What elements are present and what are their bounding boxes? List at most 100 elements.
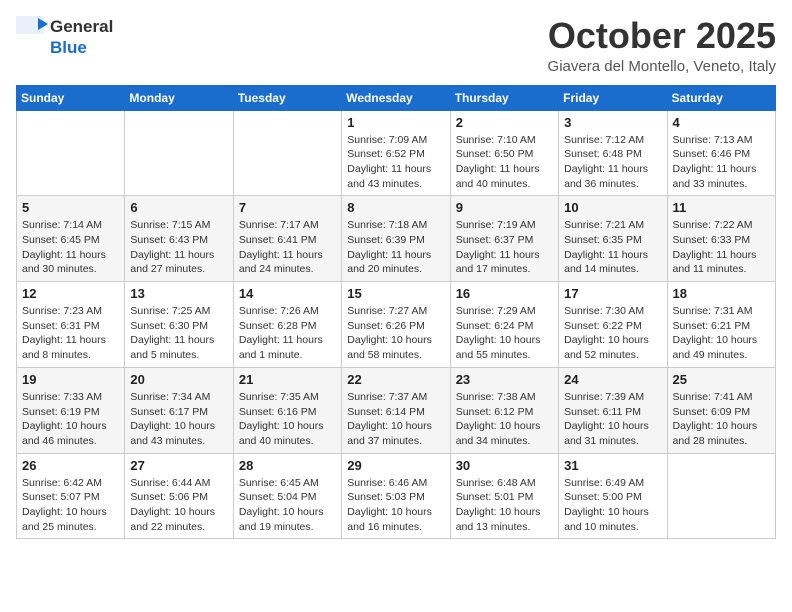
day-info: Sunrise: 6:45 AM Sunset: 5:04 PM Dayligh… — [239, 476, 336, 535]
calendar-cell: 25 Sunrise: 7:41 AM Sunset: 6:09 PM Dayli… — [667, 367, 775, 453]
calendar-cell: 13Sunrise: 7:25 AM Sunset: 6:30 PM Dayli… — [125, 282, 233, 368]
month-title: October 2025 — [548, 16, 776, 56]
day-number: 8 — [347, 200, 444, 215]
weekday-header-saturday: Saturday — [667, 85, 775, 110]
day-number: 4 — [673, 115, 770, 130]
day-number: 7 — [239, 200, 336, 215]
calendar-cell: 7 Sunrise: 7:17 AM Sunset: 6:41 PM Daylig… — [233, 196, 341, 282]
day-number: 16 — [456, 286, 553, 301]
weekday-header-tuesday: Tuesday — [233, 85, 341, 110]
day-info: Sunrise: 7:19 AM Sunset: 6:37 PM Dayligh… — [456, 218, 553, 277]
day-number: 6 — [130, 200, 227, 215]
weekday-header-monday: Monday — [125, 85, 233, 110]
day-info: Sunrise: 7:34 AM Sunset: 6:17 PM Dayligh… — [130, 390, 227, 449]
day-number: 1 — [347, 115, 444, 130]
day-number: 9 — [456, 200, 553, 215]
calendar-cell: 6 Sunrise: 7:15 AM Sunset: 6:43 PM Daylig… — [125, 196, 233, 282]
calendar-cell: 15Sunrise: 7:27 AM Sunset: 6:26 PM Dayli… — [342, 282, 450, 368]
calendar-cell: 23 Sunrise: 7:38 AM Sunset: 6:12 PM Dayli… — [450, 367, 558, 453]
day-number: 19 — [22, 372, 119, 387]
calendar-cell: 12 Sunrise: 7:23 AM Sunset: 6:31 PM Dayli… — [17, 282, 125, 368]
calendar-cell: 1Sunrise: 7:09 AM Sunset: 6:52 PM Daylig… — [342, 110, 450, 196]
calendar-cell: 18Sunrise: 7:31 AM Sunset: 6:21 PM Dayli… — [667, 282, 775, 368]
day-info: Sunrise: 7:22 AM Sunset: 6:33 PM Dayligh… — [673, 218, 770, 277]
day-info: Sunrise: 6:46 AM Sunset: 5:03 PM Dayligh… — [347, 476, 444, 535]
calendar-cell: 31Sunrise: 6:49 AM Sunset: 5:00 PM Dayli… — [559, 453, 667, 539]
calendar-week-3: 12 Sunrise: 7:23 AM Sunset: 6:31 PM Dayli… — [17, 282, 776, 368]
day-number: 2 — [456, 115, 553, 130]
calendar-cell: 29 Sunrise: 6:46 AM Sunset: 5:03 PM Dayli… — [342, 453, 450, 539]
day-info: Sunrise: 6:42 AM Sunset: 5:07 PM Dayligh… — [22, 476, 119, 535]
day-info: Sunrise: 7:12 AM Sunset: 6:48 PM Dayligh… — [564, 133, 661, 192]
calendar-cell — [233, 110, 341, 196]
day-info: Sunrise: 6:44 AM Sunset: 5:06 PM Dayligh… — [130, 476, 227, 535]
day-info: Sunrise: 7:23 AM Sunset: 6:31 PM Dayligh… — [22, 304, 119, 363]
day-info: Sunrise: 7:10 AM Sunset: 6:50 PM Dayligh… — [456, 133, 553, 192]
calendar-cell: 2 Sunrise: 7:10 AM Sunset: 6:50 PM Daylig… — [450, 110, 558, 196]
calendar-cell: 11 Sunrise: 7:22 AM Sunset: 6:33 PM Dayli… — [667, 196, 775, 282]
calendar-cell: 22 Sunrise: 7:37 AM Sunset: 6:14 PM Dayli… — [342, 367, 450, 453]
day-info: Sunrise: 7:14 AM Sunset: 6:45 PM Dayligh… — [22, 218, 119, 277]
day-info: Sunrise: 7:33 AM Sunset: 6:19 PM Dayligh… — [22, 390, 119, 449]
calendar-cell: 19 Sunrise: 7:33 AM Sunset: 6:19 PM Dayli… — [17, 367, 125, 453]
day-number: 14 — [239, 286, 336, 301]
calendar-cell: 26Sunrise: 6:42 AM Sunset: 5:07 PM Dayli… — [17, 453, 125, 539]
day-number: 30 — [456, 458, 553, 473]
day-number: 13 — [130, 286, 227, 301]
logo-general-text: General — [50, 17, 113, 37]
logo-blue-text: Blue — [50, 38, 87, 58]
calendar-cell: 3 Sunrise: 7:12 AM Sunset: 6:48 PM Daylig… — [559, 110, 667, 196]
day-number: 23 — [456, 372, 553, 387]
day-number: 18 — [673, 286, 770, 301]
day-info: Sunrise: 7:21 AM Sunset: 6:35 PM Dayligh… — [564, 218, 661, 277]
calendar-title-area: October 2025 Giavera del Montello, Venet… — [548, 16, 776, 75]
day-info: Sunrise: 7:26 AM Sunset: 6:28 PM Dayligh… — [239, 304, 336, 363]
logo: General Blue — [16, 16, 113, 58]
weekday-header-row: SundayMondayTuesdayWednesdayThursdayFrid… — [17, 85, 776, 110]
calendar-cell: 24Sunrise: 7:39 AM Sunset: 6:11 PM Dayli… — [559, 367, 667, 453]
calendar-cell: 20 Sunrise: 7:34 AM Sunset: 6:17 PM Dayli… — [125, 367, 233, 453]
calendar-week-5: 26Sunrise: 6:42 AM Sunset: 5:07 PM Dayli… — [17, 453, 776, 539]
calendar-cell — [667, 453, 775, 539]
calendar-cell — [17, 110, 125, 196]
day-number: 31 — [564, 458, 661, 473]
day-info: Sunrise: 6:48 AM Sunset: 5:01 PM Dayligh… — [456, 476, 553, 535]
day-info: Sunrise: 7:29 AM Sunset: 6:24 PM Dayligh… — [456, 304, 553, 363]
weekday-header-friday: Friday — [559, 85, 667, 110]
calendar-cell: 9 Sunrise: 7:19 AM Sunset: 6:37 PM Daylig… — [450, 196, 558, 282]
day-number: 12 — [22, 286, 119, 301]
page-header: General Blue October 2025 Giavera del Mo… — [16, 16, 776, 75]
day-info: Sunrise: 7:35 AM Sunset: 6:16 PM Dayligh… — [239, 390, 336, 449]
day-number: 21 — [239, 372, 336, 387]
day-number: 25 — [673, 372, 770, 387]
calendar-cell: 14 Sunrise: 7:26 AM Sunset: 6:28 PM Dayli… — [233, 282, 341, 368]
day-info: Sunrise: 7:17 AM Sunset: 6:41 PM Dayligh… — [239, 218, 336, 277]
day-info: Sunrise: 7:13 AM Sunset: 6:46 PM Dayligh… — [673, 133, 770, 192]
day-number: 22 — [347, 372, 444, 387]
day-number: 5 — [22, 200, 119, 215]
day-info: Sunrise: 7:38 AM Sunset: 6:12 PM Dayligh… — [456, 390, 553, 449]
calendar-cell: 17Sunrise: 7:30 AM Sunset: 6:22 PM Dayli… — [559, 282, 667, 368]
calendar-week-2: 5 Sunrise: 7:14 AM Sunset: 6:45 PM Daylig… — [17, 196, 776, 282]
calendar-table: SundayMondayTuesdayWednesdayThursdayFrid… — [16, 85, 776, 540]
day-info: Sunrise: 7:15 AM Sunset: 6:43 PM Dayligh… — [130, 218, 227, 277]
calendar-cell: 10Sunrise: 7:21 AM Sunset: 6:35 PM Dayli… — [559, 196, 667, 282]
calendar-cell — [125, 110, 233, 196]
day-info: Sunrise: 7:41 AM Sunset: 6:09 PM Dayligh… — [673, 390, 770, 449]
calendar-cell: 27 Sunrise: 6:44 AM Sunset: 5:06 PM Dayli… — [125, 453, 233, 539]
day-number: 11 — [673, 200, 770, 215]
calendar-cell: 4 Sunrise: 7:13 AM Sunset: 6:46 PM Daylig… — [667, 110, 775, 196]
location-title: Giavera del Montello, Veneto, Italy — [548, 58, 776, 75]
weekday-header-sunday: Sunday — [17, 85, 125, 110]
day-info: Sunrise: 7:30 AM Sunset: 6:22 PM Dayligh… — [564, 304, 661, 363]
day-number: 15 — [347, 286, 444, 301]
weekday-header-wednesday: Wednesday — [342, 85, 450, 110]
day-number: 3 — [564, 115, 661, 130]
day-info: Sunrise: 7:37 AM Sunset: 6:14 PM Dayligh… — [347, 390, 444, 449]
day-info: Sunrise: 7:39 AM Sunset: 6:11 PM Dayligh… — [564, 390, 661, 449]
day-number: 20 — [130, 372, 227, 387]
calendar-cell: 16 Sunrise: 7:29 AM Sunset: 6:24 PM Dayli… — [450, 282, 558, 368]
day-number: 27 — [130, 458, 227, 473]
day-number: 29 — [347, 458, 444, 473]
weekday-header-thursday: Thursday — [450, 85, 558, 110]
